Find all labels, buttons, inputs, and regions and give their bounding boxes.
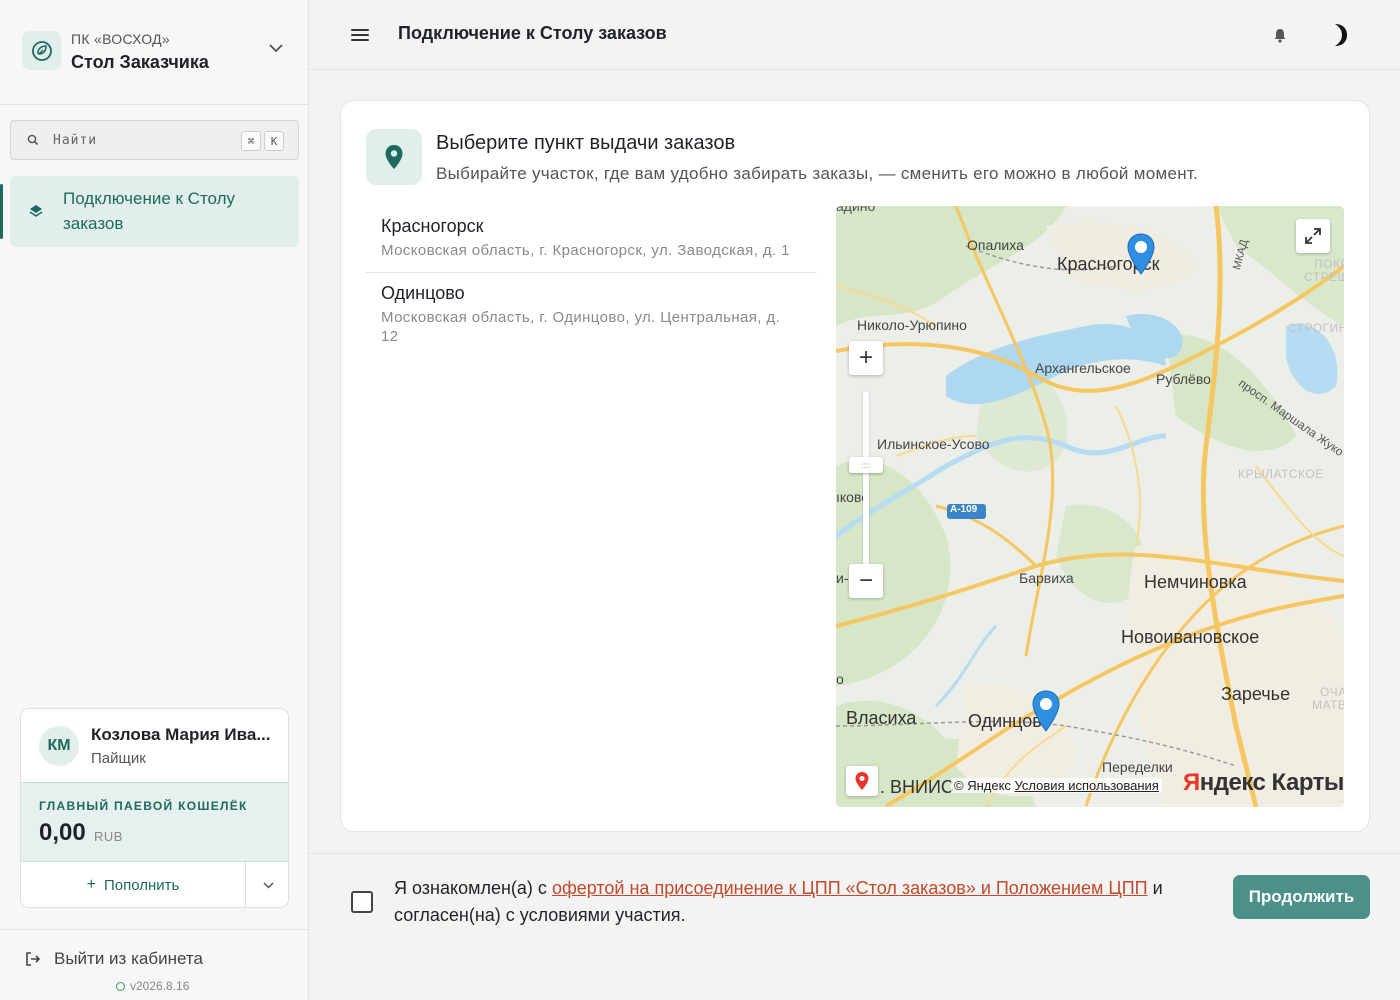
user-role: Пайщик bbox=[91, 750, 146, 767]
consent-text: Я ознакомлен(а) с офертой на присоединен… bbox=[394, 875, 1194, 929]
pickup-address: Московская область, г. Красногорск, ул. … bbox=[381, 242, 790, 259]
page-title: Подключение к Столу заказов bbox=[398, 23, 667, 43]
avatar[interactable]: КМ bbox=[39, 726, 79, 766]
pickup-selection-card: Выберите пункт выдачи заказов Выбирайте … bbox=[340, 100, 1370, 832]
continue-button[interactable]: Продолжить bbox=[1233, 875, 1370, 919]
map-label: Новоивановское bbox=[1121, 627, 1260, 647]
map-label: Немчиновка bbox=[1144, 572, 1247, 592]
list-item[interactable]: Красногорск Московская область, г. Красн… bbox=[366, 206, 817, 273]
road-badge: А-109 bbox=[950, 504, 978, 515]
map-label: Заречье bbox=[1221, 684, 1291, 704]
map-label: Архангельское bbox=[1035, 360, 1131, 376]
user-name: Козлова Мария Ива... bbox=[91, 725, 271, 744]
map-label: МАТВ bbox=[1312, 698, 1344, 712]
card-subtitle: Выбирайте участок, где вам удобно забира… bbox=[436, 164, 1199, 183]
user-card: КМ Козлова Мария Ива... Пайщик ГЛАВНЫЙ П… bbox=[20, 708, 289, 908]
chevron-down-icon bbox=[262, 881, 274, 889]
pickup-list: Красногорск Московская область, г. Красн… bbox=[366, 206, 817, 358]
logout-link[interactable]: Выйти из кабинета bbox=[54, 949, 203, 969]
fullscreen-button[interactable] bbox=[1296, 219, 1330, 253]
logo-letter: Я bbox=[1183, 769, 1200, 796]
logo-text: ндекс Карты bbox=[1199, 769, 1344, 796]
bell-icon[interactable] bbox=[1271, 25, 1289, 45]
consent-prefix: Я ознакомлен(а) с bbox=[394, 878, 552, 898]
plus-icon: + bbox=[86, 876, 96, 893]
zoom-out-button[interactable]: − bbox=[849, 564, 883, 598]
app-version: v2026.8.16 bbox=[116, 979, 189, 993]
zoom-in-button[interactable]: + bbox=[849, 341, 883, 375]
map-label: . ВНИИС bbox=[880, 777, 954, 797]
wallet-title: ГЛАВНЫЙ ПАЕВОЙ КОШЕЛЁК bbox=[39, 799, 248, 813]
map-label: о bbox=[836, 671, 844, 687]
map-label: Опалиха bbox=[967, 237, 1024, 253]
menu-icon[interactable] bbox=[351, 25, 369, 45]
wallet-amount: 0,00 bbox=[39, 819, 86, 846]
zoom-slider-handle[interactable]: :::: bbox=[849, 457, 883, 473]
map-label: и- bbox=[836, 570, 849, 586]
wallet-panel: ГЛАВНЫЙ ПАЕВОЙ КОШЕЛЁК 0,00 RUB bbox=[21, 782, 288, 862]
map-label: СТРОГИНО bbox=[1288, 321, 1344, 335]
consent-footer: Я ознакомлен(а) с офертой на присоединен… bbox=[309, 853, 1400, 1000]
pickup-address: Московская область, г. Одинцово, ул. Цен… bbox=[381, 309, 781, 345]
search-box: ⌘ K bbox=[10, 120, 299, 160]
map-label: ОЧА bbox=[1320, 685, 1344, 699]
copyright-text: © Яндекс bbox=[954, 778, 1011, 793]
yandex-maps-logo[interactable]: Яндекс Карты bbox=[1183, 769, 1344, 797]
map-label: Рублёво bbox=[1156, 371, 1211, 387]
offer-link[interactable]: офертой на присоединение к ЦПП «Стол зак… bbox=[552, 878, 1148, 898]
consent-checkbox[interactable] bbox=[351, 891, 373, 913]
shortcut-k-key: K bbox=[264, 131, 284, 151]
map-label: Николо-Урюпино bbox=[857, 317, 967, 333]
wallet-currency: RUB bbox=[94, 829, 123, 844]
map-label: Ильинское-Усово bbox=[877, 436, 990, 452]
sidebar-item-label: Подключение к Столу заказов bbox=[63, 189, 236, 233]
layers-icon bbox=[29, 205, 43, 217]
geolocation-button[interactable] bbox=[846, 766, 878, 796]
map-label: адино bbox=[836, 206, 876, 214]
map-label: Власиха bbox=[846, 708, 917, 728]
leaf-logo-icon bbox=[31, 40, 52, 61]
expand-icon bbox=[1305, 228, 1321, 244]
version-text: v2026.8.16 bbox=[130, 979, 190, 993]
search-icon bbox=[27, 134, 39, 146]
pickup-name: Красногорск bbox=[381, 216, 484, 236]
org-logo bbox=[22, 31, 61, 70]
map-label: ПОКРО bbox=[1314, 257, 1344, 271]
status-dot-icon bbox=[116, 981, 125, 991]
org-subtitle: ПК «ВОСХОД» bbox=[71, 31, 171, 47]
top-header: Подключение к Столу заказов bbox=[309, 0, 1400, 70]
topup-button[interactable]: + Пополнить bbox=[21, 862, 246, 907]
yandex-pin-icon bbox=[855, 772, 869, 790]
list-item[interactable]: Одинцово Московская область, г. Одинцово… bbox=[366, 273, 817, 358]
card-title: Выберите пункт выдачи заказов bbox=[436, 132, 736, 154]
map-label: Барвиха bbox=[1019, 570, 1074, 586]
moon-icon[interactable] bbox=[1325, 20, 1353, 50]
map-copyright: © Яндекс Условия использования bbox=[951, 778, 1162, 793]
sidebar-item-order-table[interactable]: Подключение к Столу заказов bbox=[0, 176, 299, 247]
topup-dropdown-button[interactable] bbox=[247, 862, 288, 907]
card-icon-box bbox=[366, 129, 422, 185]
map-label: Переделки bbox=[1102, 759, 1173, 775]
zoom-rail[interactable] bbox=[863, 391, 869, 566]
shortcut-cmd-key: ⌘ bbox=[241, 131, 261, 151]
map-label: КРЫЛАТСКОЕ bbox=[1238, 467, 1324, 481]
pickup-name: Одинцово bbox=[381, 283, 465, 303]
terms-link[interactable]: Условия использования bbox=[1015, 778, 1159, 793]
org-switcher[interactable]: ПК «ВОСХОД» Стол Заказчика bbox=[0, 0, 308, 105]
logout-icon[interactable] bbox=[24, 950, 42, 968]
topup-label: Пополнить bbox=[103, 876, 180, 894]
map-pin-icon[interactable] bbox=[1031, 689, 1061, 733]
yandex-map[interactable]: адино Опалиха Красногорск Николо-Урюпино… bbox=[836, 206, 1344, 807]
map-pin-icon[interactable] bbox=[1126, 232, 1156, 276]
map-label: СТРЕЩ bbox=[1304, 270, 1344, 284]
logout-section: Выйти из кабинета v2026.8.16 bbox=[0, 929, 308, 1000]
chevron-down-icon[interactable] bbox=[266, 38, 286, 58]
sidebar: ПК «ВОСХОД» Стол Заказчика ⌘ K Подключен… bbox=[0, 0, 309, 1000]
search-input[interactable] bbox=[53, 121, 243, 159]
location-pin-icon bbox=[385, 145, 403, 169]
org-name: Стол Заказчика bbox=[71, 52, 209, 72]
